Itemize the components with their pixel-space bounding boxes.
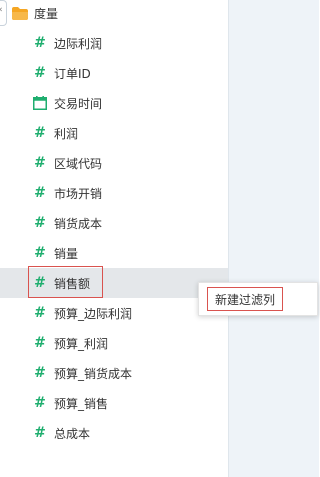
- panel-collapse-handle[interactable]: ‹: [0, 0, 7, 26]
- field-list: # 边际利润 # 订单ID 交易时间 # 利润 # 区域代码 # 市场开销 # …: [0, 28, 228, 448]
- canvas-area: [229, 0, 319, 477]
- hash-icon: #: [34, 185, 46, 201]
- field-label: 预算_利润: [54, 336, 109, 351]
- field-label: 区域代码: [54, 156, 103, 171]
- calendar-icon: [33, 96, 47, 110]
- field-item-yusuan-lirun[interactable]: # 预算_利润: [0, 328, 228, 358]
- field-label: 总成本: [54, 426, 91, 441]
- context-menu: 新建过滤列: [198, 282, 318, 316]
- field-item-yusuan-xiaoshou[interactable]: # 预算_销售: [0, 388, 228, 418]
- field-item-yusuan-xiaohuochengben[interactable]: # 预算_销货成本: [0, 358, 228, 388]
- field-label: 预算_销货成本: [54, 366, 133, 381]
- hash-icon: #: [34, 215, 46, 231]
- hash-icon: #: [34, 155, 46, 171]
- folder-icon: [12, 6, 28, 20]
- hash-icon: #: [34, 305, 46, 321]
- field-label: 订单ID: [54, 66, 91, 81]
- field-item-jiaoyishijian[interactable]: 交易时间: [0, 88, 228, 118]
- field-label: 利润: [54, 126, 79, 141]
- folder-label: 度量: [34, 6, 59, 21]
- folder-measures[interactable]: 度量: [12, 4, 58, 22]
- hash-icon: #: [34, 365, 46, 381]
- menu-item-new-filter-column[interactable]: 新建过滤列: [207, 287, 284, 311]
- hash-icon: #: [34, 35, 46, 51]
- field-label: 预算_边际利润: [54, 306, 133, 321]
- field-item-bianjilirun[interactable]: # 边际利润: [0, 28, 228, 58]
- field-item-xiaoshoue[interactable]: # 销售额: [0, 266, 228, 298]
- field-item-quyudaima[interactable]: # 区域代码: [0, 148, 228, 178]
- hash-icon: #: [34, 395, 46, 411]
- selection-highlight: [28, 266, 103, 298]
- hash-icon: #: [34, 125, 46, 141]
- field-item-shichangkaixiao[interactable]: # 市场开销: [0, 178, 228, 208]
- hash-icon: #: [34, 65, 46, 81]
- field-item-dingdanid[interactable]: # 订单ID: [0, 58, 228, 88]
- field-label: 交易时间: [54, 96, 103, 111]
- field-label: 销货成本: [54, 216, 103, 231]
- field-label: 预算_销售: [54, 396, 109, 411]
- hash-icon: #: [34, 335, 46, 351]
- hash-icon: #: [34, 245, 46, 261]
- field-item-zongchengben[interactable]: # 总成本: [0, 418, 228, 448]
- field-label: 市场开销: [54, 186, 103, 201]
- chevron-left-icon: ‹: [0, 5, 3, 15]
- field-item-yusuan-bianjilirun[interactable]: # 预算_边际利润: [0, 298, 228, 328]
- field-item-lirun[interactable]: # 利润: [0, 118, 228, 148]
- field-panel: ‹ 度量 # 边际利润 # 订单ID 交易时间 # 利润: [0, 0, 229, 477]
- field-item-xiaoliang[interactable]: # 销量: [0, 238, 228, 268]
- field-label: 销量: [54, 246, 79, 261]
- hash-icon: #: [34, 425, 46, 441]
- field-item-xiaohuochengben[interactable]: # 销货成本: [0, 208, 228, 238]
- field-label: 边际利润: [54, 36, 103, 51]
